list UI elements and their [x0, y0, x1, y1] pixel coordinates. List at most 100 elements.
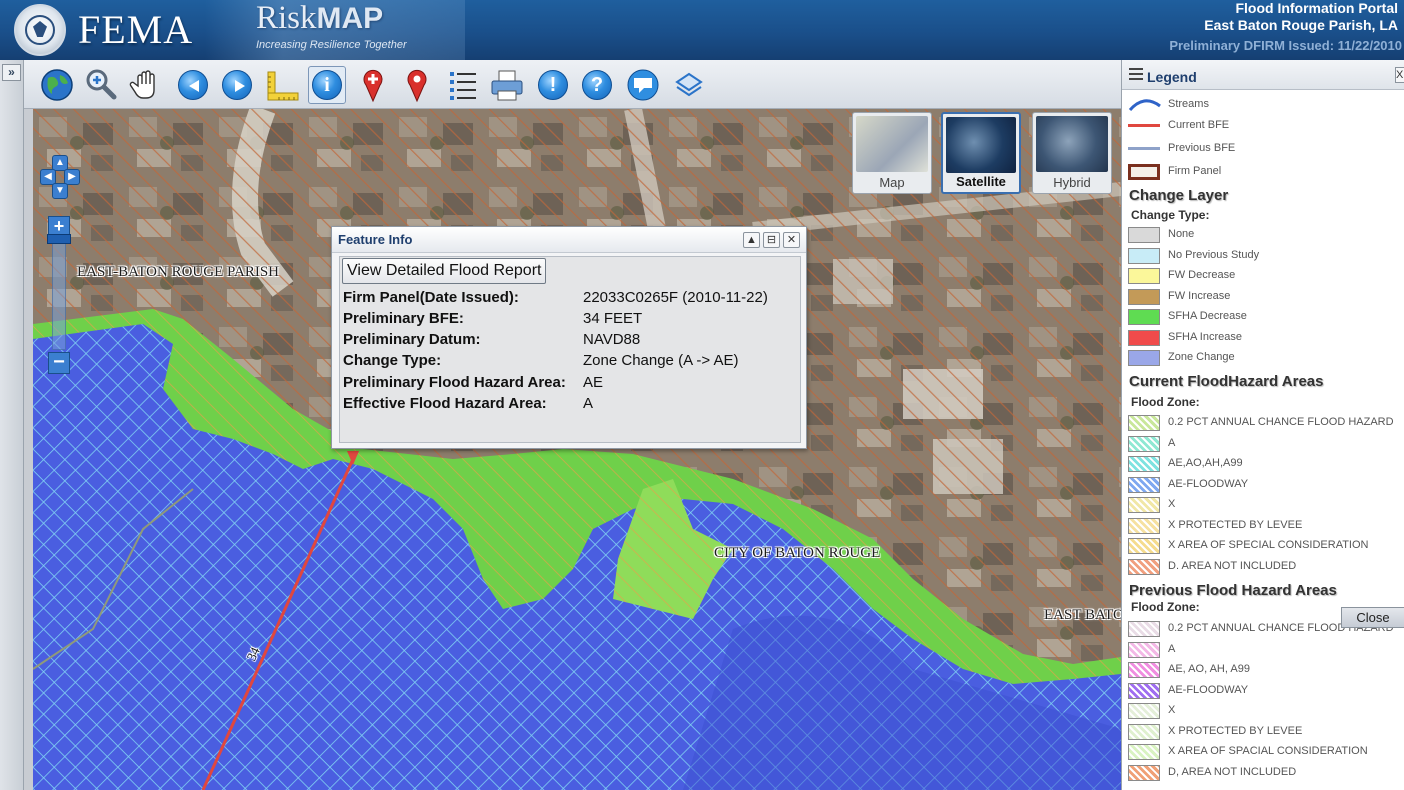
- change-type-item: FW Increase: [1128, 288, 1404, 306]
- legend-swatch: [1128, 415, 1160, 431]
- close-legend-button[interactable]: Close: [1341, 607, 1404, 628]
- basemap-satellite-button[interactable]: Satellite: [941, 112, 1021, 194]
- legend-swatch: [1128, 641, 1160, 658]
- legend-label: X: [1168, 704, 1176, 716]
- info-row-preliminary-datum: Preliminary Datum: NAVD88: [343, 331, 641, 348]
- ruler-icon: [267, 71, 299, 101]
- info-row-preliminary-hazard-area: Preliminary Flood Hazard Area: AE: [343, 374, 604, 391]
- map-toolbar: i ! ?: [24, 60, 1121, 109]
- legend-swatch: [1128, 703, 1160, 719]
- locate-address-tool[interactable]: [398, 66, 436, 104]
- stream-line-icon: [1128, 99, 1161, 112]
- maximize-popup-button[interactable]: ⊟: [763, 232, 780, 248]
- previous-hazard-heading: Previous Flood Hazard Areas: [1129, 582, 1337, 599]
- legend-swatch: [1128, 662, 1160, 678]
- current-zone-item: 0.2 PCT ANNUAL CHANCE FLOOD HAZARD: [1128, 414, 1404, 432]
- legend-title: Legend: [1147, 69, 1197, 85]
- alert-tool[interactable]: !: [534, 66, 572, 104]
- previous-zone-item: A: [1128, 641, 1404, 659]
- zoom-out-button[interactable]: −: [48, 352, 70, 374]
- print-tool[interactable]: [488, 66, 526, 104]
- previous-zone-item: X PROTECTED BY LEVEE: [1128, 723, 1404, 741]
- pan-tool[interactable]: [128, 66, 166, 104]
- legend-swatch: [1128, 329, 1160, 346]
- close-popup-button[interactable]: ✕: [783, 232, 800, 248]
- change-type-item: FW Decrease: [1128, 267, 1404, 285]
- legend-label: X PROTECTED BY LEVEE: [1168, 724, 1303, 737]
- change-type-item: SFHA Increase: [1128, 329, 1404, 347]
- legend-label: X AREA OF SPECIAL CONSIDERATION: [1168, 539, 1369, 551]
- pan-down-button[interactable]: ▼: [52, 183, 68, 199]
- zoom-tool[interactable]: [82, 66, 120, 104]
- legend-label: AE,AO,AH,A99: [1168, 457, 1243, 469]
- legend-swatch: [1128, 497, 1160, 513]
- legend-swatch: [1128, 744, 1160, 760]
- legend-header: Legend X: [1122, 60, 1404, 90]
- legend-label: No Previous Study: [1168, 248, 1260, 261]
- map-canvas[interactable]: [33, 109, 1121, 790]
- feature-info-body: View Detailed Flood Report Firm Panel(Da…: [339, 256, 801, 443]
- feature-info-titlebar[interactable]: Feature Info ▲ ⊟ ✕: [332, 227, 806, 253]
- info-row-firm-panel: Firm Panel(Date Issued): 22033C0265F (201…: [343, 289, 768, 306]
- legend-label: None: [1168, 228, 1195, 240]
- previous-extent-tool[interactable]: [174, 66, 212, 104]
- legend-swatch: [1128, 247, 1160, 264]
- current-zone-item: A: [1128, 435, 1404, 453]
- flood-map-image: [33, 109, 1121, 790]
- pushpin-plus-icon: [363, 69, 383, 103]
- legend-label: X PROTECTED BY LEVEE: [1168, 518, 1303, 531]
- legend-label: AE-FLOODWAY: [1168, 477, 1249, 490]
- layers-icon: [675, 72, 703, 97]
- legend-swatch: [1128, 476, 1160, 493]
- current-zone-item: AE-FLOODWAY: [1128, 476, 1404, 494]
- legend-swatch: [1128, 309, 1160, 325]
- arrow-left-icon: [178, 70, 208, 100]
- east-map-label: EAST BATO: [1044, 607, 1124, 623]
- change-type-item: SFHA Decrease: [1128, 308, 1404, 326]
- city-map-label: CITY OF BATON ROUGE: [714, 545, 881, 561]
- legend-swatch: [1128, 538, 1160, 554]
- change-type-item: Zone Change: [1128, 349, 1404, 367]
- previous-flood-zone-subheading: Flood Zone:: [1131, 600, 1200, 614]
- help-tool[interactable]: ?: [578, 66, 616, 104]
- view-detailed-flood-report-button[interactable]: View Detailed Flood Report: [342, 258, 547, 284]
- expand-panel-button[interactable]: »: [2, 64, 21, 81]
- previous-zone-item: AE, AO, AH, A99: [1128, 661, 1404, 679]
- dfirm-issued-date: Preliminary DFIRM Issued: 11/22/2010: [1169, 38, 1402, 53]
- layers-tool[interactable]: [670, 66, 708, 104]
- legend-label: FW Decrease: [1168, 269, 1236, 281]
- info-row-change-type: Change Type: Zone Change (A -> AE): [343, 352, 739, 369]
- next-extent-tool[interactable]: [218, 66, 256, 104]
- comment-tool[interactable]: [624, 66, 662, 104]
- hand-icon: [129, 70, 155, 99]
- info-row-preliminary-bfe: Preliminary BFE: 34 FEET: [343, 310, 643, 327]
- legend-label: D, AREA NOT INCLUDED: [1168, 765, 1297, 778]
- legend-label: AE-FLOODWAY: [1168, 683, 1249, 696]
- zoom-slider-track[interactable]: [52, 238, 66, 350]
- legend-swatch: [1128, 682, 1160, 699]
- app-header: FEMA RiskMAP Increasing Resilience Toget…: [0, 0, 1404, 60]
- zoom-slider-handle[interactable]: [47, 234, 71, 244]
- current-zone-item: X AREA OF SPECIAL CONSIDERATION: [1128, 537, 1404, 555]
- legend-label: D. AREA NOT INCLUDED: [1168, 559, 1297, 572]
- legend-swatch: [1128, 456, 1160, 472]
- legend-tool[interactable]: [444, 66, 482, 104]
- pushpin-icon: [407, 69, 427, 103]
- basemap-hybrid-button[interactable]: Hybrid: [1032, 112, 1112, 194]
- legend-label: AE, AO, AH, A99: [1168, 663, 1250, 675]
- legend-swatch: [1128, 621, 1160, 637]
- exclamation-icon: !: [538, 70, 568, 100]
- add-marker-tool[interactable]: [354, 66, 392, 104]
- full-extent-globe-tool[interactable]: [38, 66, 76, 104]
- legend-swatch: [1128, 723, 1160, 740]
- collapse-popup-button[interactable]: ▲: [743, 232, 760, 248]
- measure-tool[interactable]: [264, 66, 302, 104]
- close-legend-icon[interactable]: X: [1395, 67, 1404, 83]
- current-hazard-heading: Current FloodHazard Areas: [1129, 373, 1324, 390]
- change-type-subheading: Change Type:: [1131, 208, 1210, 222]
- previous-zone-item: X AREA OF SPACIAL CONSIDERATION: [1128, 743, 1404, 761]
- info-row-effective-hazard-area: Effective Flood Hazard Area: A: [343, 395, 594, 412]
- legend-swatch: [1128, 435, 1160, 452]
- basemap-map-button[interactable]: Map: [852, 112, 932, 194]
- identify-tool[interactable]: i: [308, 66, 346, 104]
